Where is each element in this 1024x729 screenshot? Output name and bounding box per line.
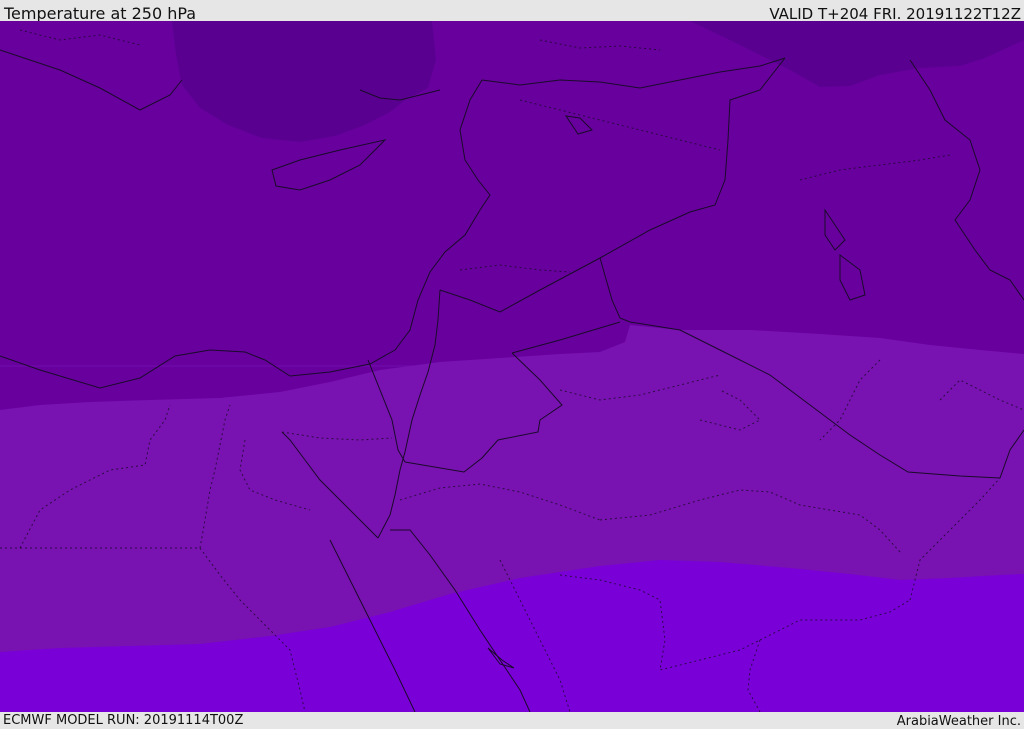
footer-bar: ECMWF MODEL RUN: 20191114T00Z ArabiaWeat… — [0, 712, 1024, 729]
map-canvas — [0, 21, 1024, 712]
credit-label: ArabiaWeather Inc. — [896, 714, 1021, 729]
weather-map — [0, 21, 1024, 712]
map-window: Temperature at 250 hPa VALID T+204 FRI. … — [0, 0, 1024, 729]
model-run-label: ECMWF MODEL RUN: 20191114T00Z — [3, 713, 244, 728]
header-bar: Temperature at 250 hPa VALID T+204 FRI. … — [0, 0, 1024, 23]
